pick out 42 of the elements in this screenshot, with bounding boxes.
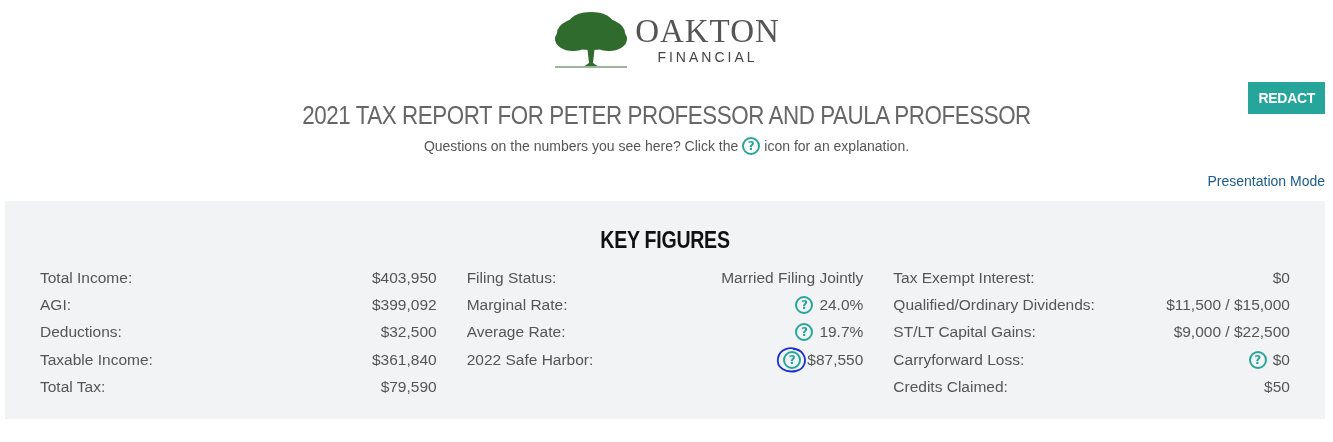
- logo-name: OAKTON: [635, 14, 780, 48]
- redact-button[interactable]: REDACT: [1248, 82, 1325, 114]
- figure-label: Average Rate:: [466, 323, 566, 342]
- figure-value: 24.0%: [819, 295, 864, 314]
- figure-label: Marginal Rate:: [466, 295, 568, 314]
- figure-label: 2022 Safe Harbor:: [466, 350, 594, 369]
- figure-value: $11,500 / $15,000: [1166, 295, 1290, 314]
- figure-label: Taxable Income:: [40, 350, 153, 369]
- figure-value: $399,092: [372, 295, 437, 314]
- figure-label: AGI:: [40, 295, 71, 314]
- logo-tagline: FINANCIAL: [657, 48, 758, 66]
- figure-label: Tax Exempt Interest:: [893, 268, 1035, 287]
- figure-value: $0: [1272, 350, 1290, 369]
- figure-value: $32,500: [380, 323, 437, 342]
- figure-value: $79,590: [380, 377, 437, 396]
- figure-label: Credits Claimed:: [893, 377, 1008, 396]
- help-icon[interactable]: ?: [795, 295, 814, 314]
- help-icon[interactable]: ?: [1248, 350, 1267, 369]
- help-icon[interactable]: ?: [742, 137, 761, 155]
- presentation-mode-link[interactable]: Presentation Mode: [1207, 173, 1325, 189]
- figure-value: $87,550: [807, 350, 864, 369]
- figure-label: Total Income:: [40, 268, 133, 287]
- instruction-text: icon for an explanation.: [764, 138, 910, 154]
- instruction-text: Questions on the numbers you see here? Click the: [423, 138, 739, 154]
- figure-label: Filing Status:: [466, 268, 557, 287]
- figure-value: $9,000 / $22,500: [1173, 323, 1290, 342]
- figure-value: Married Filing Jointly: [721, 268, 864, 287]
- tree-logo-icon: [553, 11, 630, 69]
- report-title: 2021 TAX REPORT FOR PETER PROFESSOR AND PAULA PROFESSOR: [302, 100, 1031, 131]
- help-icon[interactable]: ?: [795, 323, 814, 342]
- section-heading: KEY FIGURES: [599, 227, 731, 254]
- figure-value: $403,950: [372, 268, 437, 287]
- figure-value: $361,840: [372, 350, 437, 369]
- figure-value: 19.7%: [819, 323, 864, 342]
- figure-label: Qualified/Ordinary Dividends:: [893, 295, 1095, 314]
- help-icon[interactable]: ?: [783, 350, 802, 369]
- figure-label: Deductions:: [40, 323, 122, 342]
- figure-label: ST/LT Capital Gains:: [893, 323, 1036, 342]
- figure-value: $50: [1264, 377, 1290, 396]
- figure-value: $0: [1272, 268, 1290, 287]
- figure-label: Total Tax:: [40, 377, 106, 396]
- figure-label: Carryforward Loss:: [893, 350, 1025, 369]
